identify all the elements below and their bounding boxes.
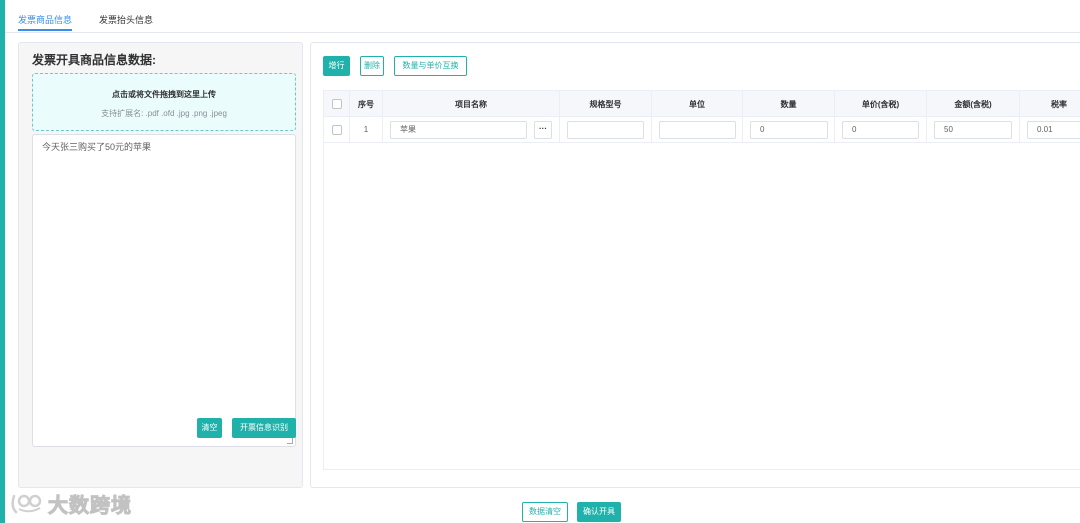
- spec-cell: [560, 117, 652, 143]
- header-cell: 规格型号: [560, 91, 652, 117]
- header-checkbox-cell: [324, 91, 350, 117]
- row-seq: 1: [363, 125, 369, 134]
- delete-row-button[interactable]: 删除: [360, 56, 384, 76]
- more-options-icon[interactable]: ···: [534, 121, 552, 139]
- header-cell: 项目名称: [383, 91, 560, 117]
- column-header: 序号: [358, 100, 374, 109]
- tab-invoice-items[interactable]: 发票商品信息: [18, 13, 73, 31]
- unit-input[interactable]: [659, 121, 736, 139]
- textarea-value: 今天张三购买了50元的苹果: [42, 142, 152, 152]
- invoice-items-table: 序号 项目名称 规格型号 单位 数量 单价(含税) 金额(含税) 税率 1 苹果…: [323, 90, 1080, 470]
- unit-price-cell: 0: [835, 117, 927, 143]
- header-cell: 金额(含税): [927, 91, 1020, 117]
- invoice-text-input[interactable]: 今天张三购买了50元的苹果: [32, 134, 296, 447]
- column-header: 项目名称: [455, 100, 487, 109]
- clear-button[interactable]: 清空: [197, 418, 222, 438]
- column-header: 金额(含税): [954, 100, 992, 109]
- quantity-cell: 0: [743, 117, 835, 143]
- resize-handle-icon[interactable]: [287, 438, 293, 444]
- data-clear-button[interactable]: 数据清空: [522, 502, 568, 522]
- item-name-input[interactable]: 苹果: [390, 121, 527, 139]
- left-accent-strip: [0, 0, 5, 523]
- row-checkbox[interactable]: [332, 125, 342, 135]
- unit-price-input[interactable]: 0: [842, 121, 919, 139]
- column-header: 单价(含税): [861, 100, 900, 109]
- amount-input[interactable]: 50: [934, 121, 1012, 139]
- confirm-issue-button[interactable]: 确认开具: [577, 502, 621, 522]
- seq-cell: 1: [350, 117, 383, 143]
- swap-quantity-price-button[interactable]: 数量与单价互换: [394, 56, 467, 76]
- column-header: 税率: [1051, 100, 1067, 109]
- column-header: 规格型号: [589, 100, 622, 109]
- tax-rate-cell: 0.01: [1020, 117, 1080, 143]
- upload-main-text: 点击或将文件拖拽到这里上传: [112, 90, 216, 99]
- watermark: 大数跨境: [10, 491, 132, 517]
- select-all-checkbox[interactable]: [332, 99, 342, 109]
- upload-hint-text: 支持扩展名: .pdf .ofd .jpg .png .jpeg: [101, 109, 227, 118]
- column-header: 数量: [780, 100, 797, 109]
- tab-bar: 发票商品信息 发票抬头信息: [5, 0, 1080, 33]
- panel-title: 发票开具商品信息数据:: [32, 53, 156, 67]
- quantity-input[interactable]: 0: [750, 121, 828, 139]
- file-upload-dropzone[interactable]: 点击或将文件拖拽到这里上传 支持扩展名: .pdf .ofd .jpg .png…: [32, 73, 296, 131]
- column-header: 单位: [689, 100, 705, 109]
- header-cell: 数量: [743, 91, 835, 117]
- header-cell: 税率: [1020, 91, 1080, 117]
- tab-invoice-header[interactable]: 发票抬头信息: [99, 13, 153, 26]
- unit-cell: [652, 117, 743, 143]
- item-name-cell: 苹果 ···: [383, 117, 560, 143]
- add-row-button[interactable]: 增行: [323, 56, 350, 76]
- table-row: 1 苹果 ··· 0 0 50 0.01: [324, 117, 1080, 143]
- recognize-invoice-button[interactable]: 开票信息识别: [232, 418, 296, 438]
- header-cell: 序号: [350, 91, 383, 117]
- table-header: 序号 项目名称 规格型号 单位 数量 单价(含税) 金额(含税) 税率: [324, 91, 1080, 117]
- watermark-logo-icon: [11, 494, 42, 514]
- amount-cell: 50: [927, 117, 1020, 143]
- spec-input[interactable]: [567, 121, 644, 139]
- tax-rate-input[interactable]: 0.01: [1027, 121, 1080, 139]
- watermark-text: 大数跨境: [48, 492, 132, 517]
- header-cell: 单价(含税): [835, 91, 927, 117]
- row-checkbox-cell: [324, 117, 350, 143]
- header-cell: 单位: [652, 91, 743, 117]
